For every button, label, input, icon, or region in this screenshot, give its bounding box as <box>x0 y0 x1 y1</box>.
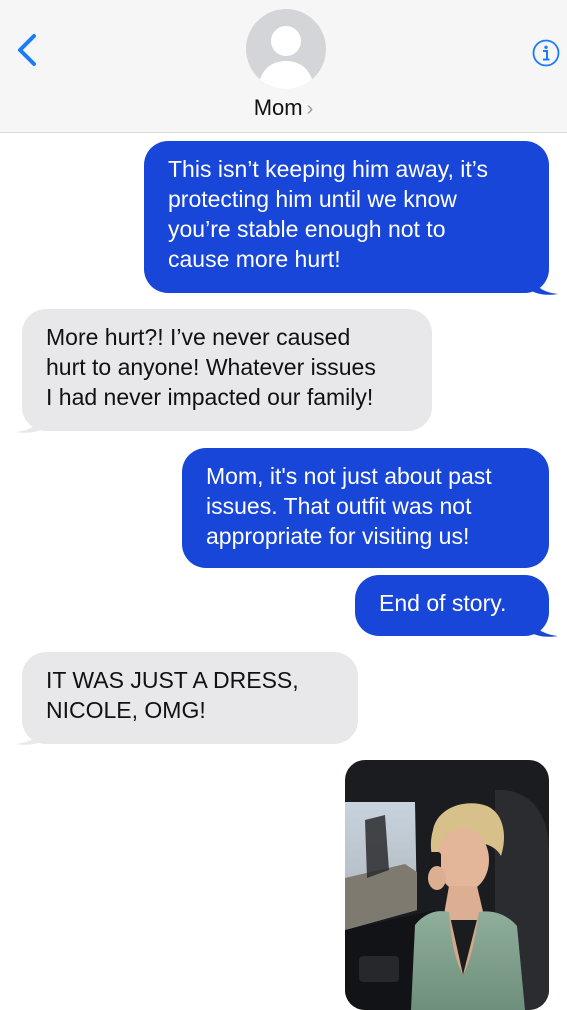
message-outgoing[interactable]: End of story. <box>355 575 549 636</box>
message-text: Mom, it's not just about past issues. Th… <box>206 463 492 549</box>
contact-avatar[interactable] <box>246 9 326 89</box>
message-outgoing[interactable]: Mom, it's not just about past issues. Th… <box>182 448 549 568</box>
message-outgoing[interactable]: This isn’t keeping him away, it’s protec… <box>144 141 549 293</box>
message-text: This isn’t keeping him away, it’s protec… <box>168 156 489 272</box>
info-icon[interactable] <box>532 39 560 67</box>
message-incoming[interactable]: More hurt?! I’ve never caused hurt to an… <box>22 309 432 431</box>
chevron-right-icon: › <box>306 98 314 120</box>
contact-name: Mom <box>253 95 303 120</box>
contact-name-button[interactable]: Mom › <box>0 95 567 121</box>
message-text: IT WAS JUST A DRESS, NICOLE, OMG! <box>46 667 299 723</box>
message-text: More hurt?! I’ve never caused hurt to an… <box>46 324 376 410</box>
conversation-header: Mom › <box>0 0 567 133</box>
photo-attachment[interactable] <box>345 760 549 1010</box>
person-icon <box>258 26 314 89</box>
photo-image <box>345 760 549 1010</box>
chevron-left-icon[interactable] <box>12 30 44 70</box>
message-incoming[interactable]: IT WAS JUST A DRESS, NICOLE, OMG! <box>22 652 358 744</box>
message-text: End of story. <box>379 590 507 616</box>
